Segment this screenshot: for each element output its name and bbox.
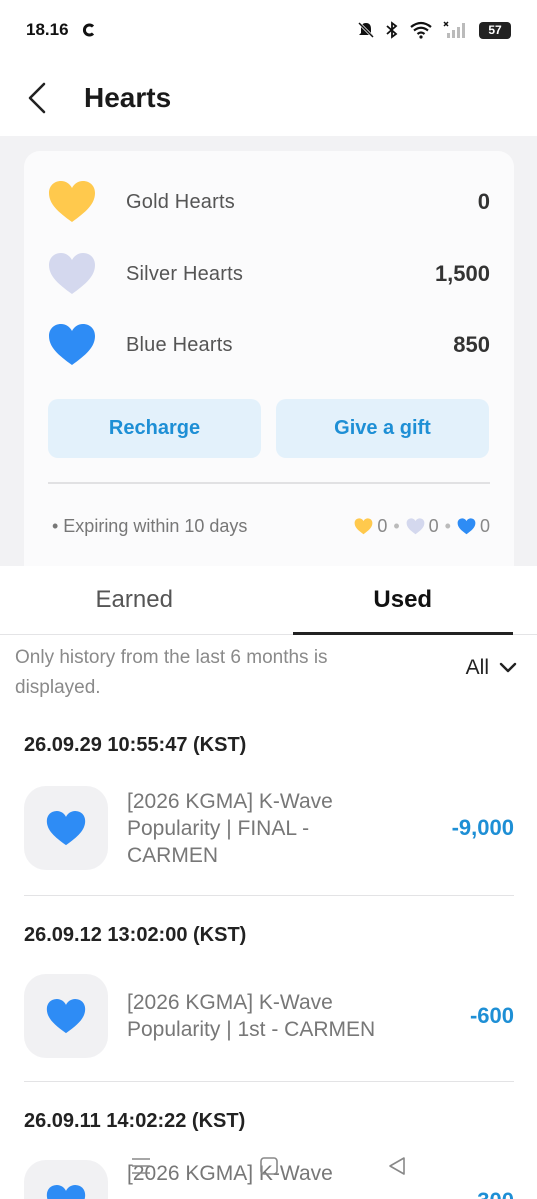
chevron-left-icon bbox=[28, 82, 46, 114]
transaction-icon-box bbox=[24, 786, 108, 870]
expiring-counts: 0 • 0 • 0 bbox=[354, 516, 490, 537]
divider bbox=[48, 482, 490, 484]
system-nav-bar bbox=[0, 1148, 537, 1184]
blue-heart-icon bbox=[46, 810, 86, 845]
status-time: 18.16 bbox=[26, 20, 69, 39]
row-divider bbox=[24, 895, 514, 896]
filter-dropdown[interactable]: All bbox=[466, 656, 517, 680]
menu-icon[interactable] bbox=[131, 1157, 151, 1175]
blue-heart-icon bbox=[46, 1184, 86, 1199]
transaction-date: 26.09.11 14:02:22 (KST) bbox=[24, 1110, 246, 1132]
app-c-icon bbox=[82, 23, 94, 37]
silver-hearts-label: Silver Hearts bbox=[126, 262, 244, 285]
page-title: Hearts bbox=[84, 82, 172, 113]
transaction-item[interactable]: [2026 KGMA] K-Wave Popularity | 1st - CA… bbox=[24, 974, 514, 1058]
transaction-title: [2026 KGMA] K-Wave Popularity | FINAL - … bbox=[127, 789, 333, 867]
gold-hearts-row: Gold Hearts 0 bbox=[48, 178, 490, 226]
expiring-label: • Expiring within 10 days bbox=[52, 516, 248, 536]
mute-icon bbox=[357, 21, 375, 39]
bluetooth-icon bbox=[386, 21, 398, 39]
filter-label: All bbox=[465, 656, 489, 679]
gold-heart-small-icon bbox=[354, 518, 373, 535]
header: Hearts bbox=[0, 60, 537, 136]
transaction-amount: -600 bbox=[469, 1003, 514, 1028]
history-tabs: Earned Used bbox=[0, 566, 537, 635]
tab-used[interactable]: Used bbox=[269, 566, 537, 635]
silver-heart-icon bbox=[49, 253, 95, 294]
home-icon[interactable] bbox=[259, 1156, 279, 1176]
silver-heart-small-icon bbox=[406, 518, 425, 535]
blue-heart-small-icon bbox=[457, 518, 476, 535]
wifi-icon bbox=[410, 21, 432, 39]
blue-heart-icon bbox=[49, 324, 95, 365]
transaction-date: 26.09.29 10:55:47 (KST) bbox=[24, 734, 247, 756]
chevron-down-icon bbox=[499, 662, 517, 673]
blue-heart-icon bbox=[46, 998, 86, 1033]
recharge-button[interactable]: Recharge bbox=[48, 399, 261, 458]
silver-hearts-row: Silver Hearts 1,500 bbox=[48, 250, 490, 298]
back-button[interactable] bbox=[26, 78, 56, 118]
expiring-silver-count: 0 bbox=[428, 516, 439, 536]
transaction-icon-box bbox=[24, 974, 108, 1058]
gold-hearts-label: Gold Hearts bbox=[126, 190, 235, 213]
gold-hearts-value: 0 bbox=[477, 189, 490, 214]
blue-hearts-label: Blue Hearts bbox=[126, 333, 233, 356]
blue-hearts-row: Blue Hearts 850 bbox=[48, 321, 490, 369]
battery-icon: 57 bbox=[479, 21, 511, 39]
expiring-gold-count: 0 bbox=[377, 516, 388, 536]
transaction-title: [2026 KGMA] K-Wave Popularity | 1st - CA… bbox=[127, 991, 376, 1041]
silver-hearts-value: 1,500 bbox=[434, 261, 490, 286]
signal-icon bbox=[443, 21, 465, 38]
history-note: Only history from the last 6 months is d… bbox=[15, 647, 328, 698]
status-bar: 18.16 57 bbox=[0, 0, 537, 60]
tab-earned[interactable]: Earned bbox=[0, 566, 269, 634]
gold-heart-icon bbox=[49, 181, 95, 222]
row-divider bbox=[24, 1081, 514, 1082]
give-gift-button[interactable]: Give a gift bbox=[276, 399, 489, 458]
back-icon[interactable] bbox=[387, 1156, 407, 1176]
transaction-amount: -300 bbox=[470, 1188, 514, 1199]
transaction-date: 26.09.12 13:02:00 (KST) bbox=[24, 924, 247, 946]
expiring-blue-count: 0 bbox=[479, 516, 490, 536]
transaction-amount: -9,000 bbox=[451, 815, 514, 840]
blue-hearts-value: 850 bbox=[453, 332, 490, 357]
balance-card: Gold Hearts 0 Silver Hearts 1,500 Blue H… bbox=[24, 151, 514, 566]
transaction-item[interactable]: [2026 KGMA] K-Wave Popularity | FINAL - … bbox=[24, 786, 514, 870]
